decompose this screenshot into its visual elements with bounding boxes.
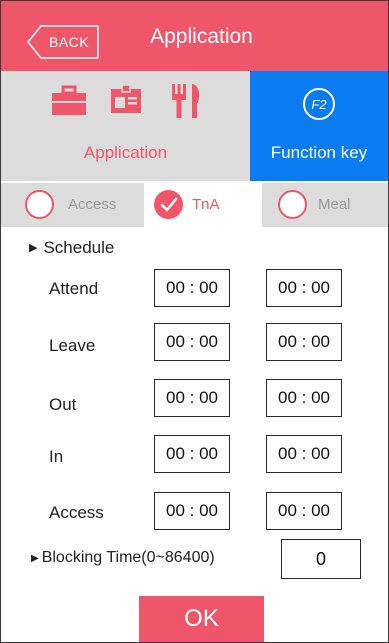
access-end-time[interactable]: 00 : 00 (266, 492, 342, 530)
triangle-right-icon: ▶ (29, 242, 38, 254)
tab-function-key-label: Function key (270, 143, 368, 162)
row-label-out: Out (49, 395, 77, 414)
row-label-in: In (49, 447, 64, 466)
in-start-time[interactable]: 00 : 00 (154, 435, 230, 473)
row-label-attend: Attend (49, 279, 99, 298)
blocking-time-input[interactable]: 0 (281, 539, 361, 579)
header-bar: BACK Application (1, 1, 388, 71)
subtab-access[interactable]: Access (1, 183, 144, 227)
row-label-leave: Leave (49, 336, 96, 355)
tab-function-key[interactable]: F2 Function key (250, 71, 388, 181)
in-end-time[interactable]: 00 : 00 (266, 435, 342, 473)
subtab-tna[interactable]: TnA (144, 183, 262, 227)
out-end-time[interactable]: 00 : 00 (266, 379, 342, 417)
ok-button[interactable]: OK (139, 596, 264, 642)
schedule-heading: ▶ Schedule (29, 238, 114, 258)
device-screen: BACK Application Application F2 Function… (0, 0, 389, 643)
subtab-access-label: Access (68, 196, 117, 213)
tab-application-label: Application (83, 143, 168, 162)
fork-knife-icon (169, 83, 203, 124)
page-title: Application (150, 25, 253, 48)
leave-start-time[interactable]: 00 : 00 (154, 323, 230, 361)
subtab-tna-label: TnA (192, 196, 220, 213)
subtab-meal-label: Meal (318, 196, 351, 213)
function-key-icon: F2 (303, 88, 335, 120)
schedule-title: Schedule (43, 238, 115, 257)
function-key-icon-text: F2 (311, 97, 327, 112)
radio-unchecked-icon (278, 190, 307, 219)
out-start-time[interactable]: 00 : 00 (154, 379, 230, 417)
radio-unchecked-icon (25, 190, 54, 219)
id-card-icon (109, 83, 143, 122)
triangle-right-icon: ▶ (31, 553, 39, 564)
category-tabs: Application F2 Function key (1, 71, 388, 181)
sub-tabs: Access TnA Meal (1, 183, 388, 227)
briefcase-icon (51, 83, 87, 122)
access-start-time[interactable]: 00 : 00 (154, 492, 230, 530)
blocking-time-label: ▶ Blocking Time(0~86400) (31, 549, 215, 567)
attend-start-time[interactable]: 00 : 00 (154, 269, 230, 307)
application-icons (51, 83, 211, 123)
tab-application[interactable]: Application (1, 71, 250, 181)
attend-end-time[interactable]: 00 : 00 (266, 269, 342, 307)
subtab-meal[interactable]: Meal (262, 183, 388, 227)
row-label-access: Access (49, 503, 104, 522)
checkmark-icon (154, 190, 183, 219)
leave-end-time[interactable]: 00 : 00 (266, 323, 342, 361)
blocking-time-label-text: Blocking Time(0~86400) (41, 549, 215, 566)
